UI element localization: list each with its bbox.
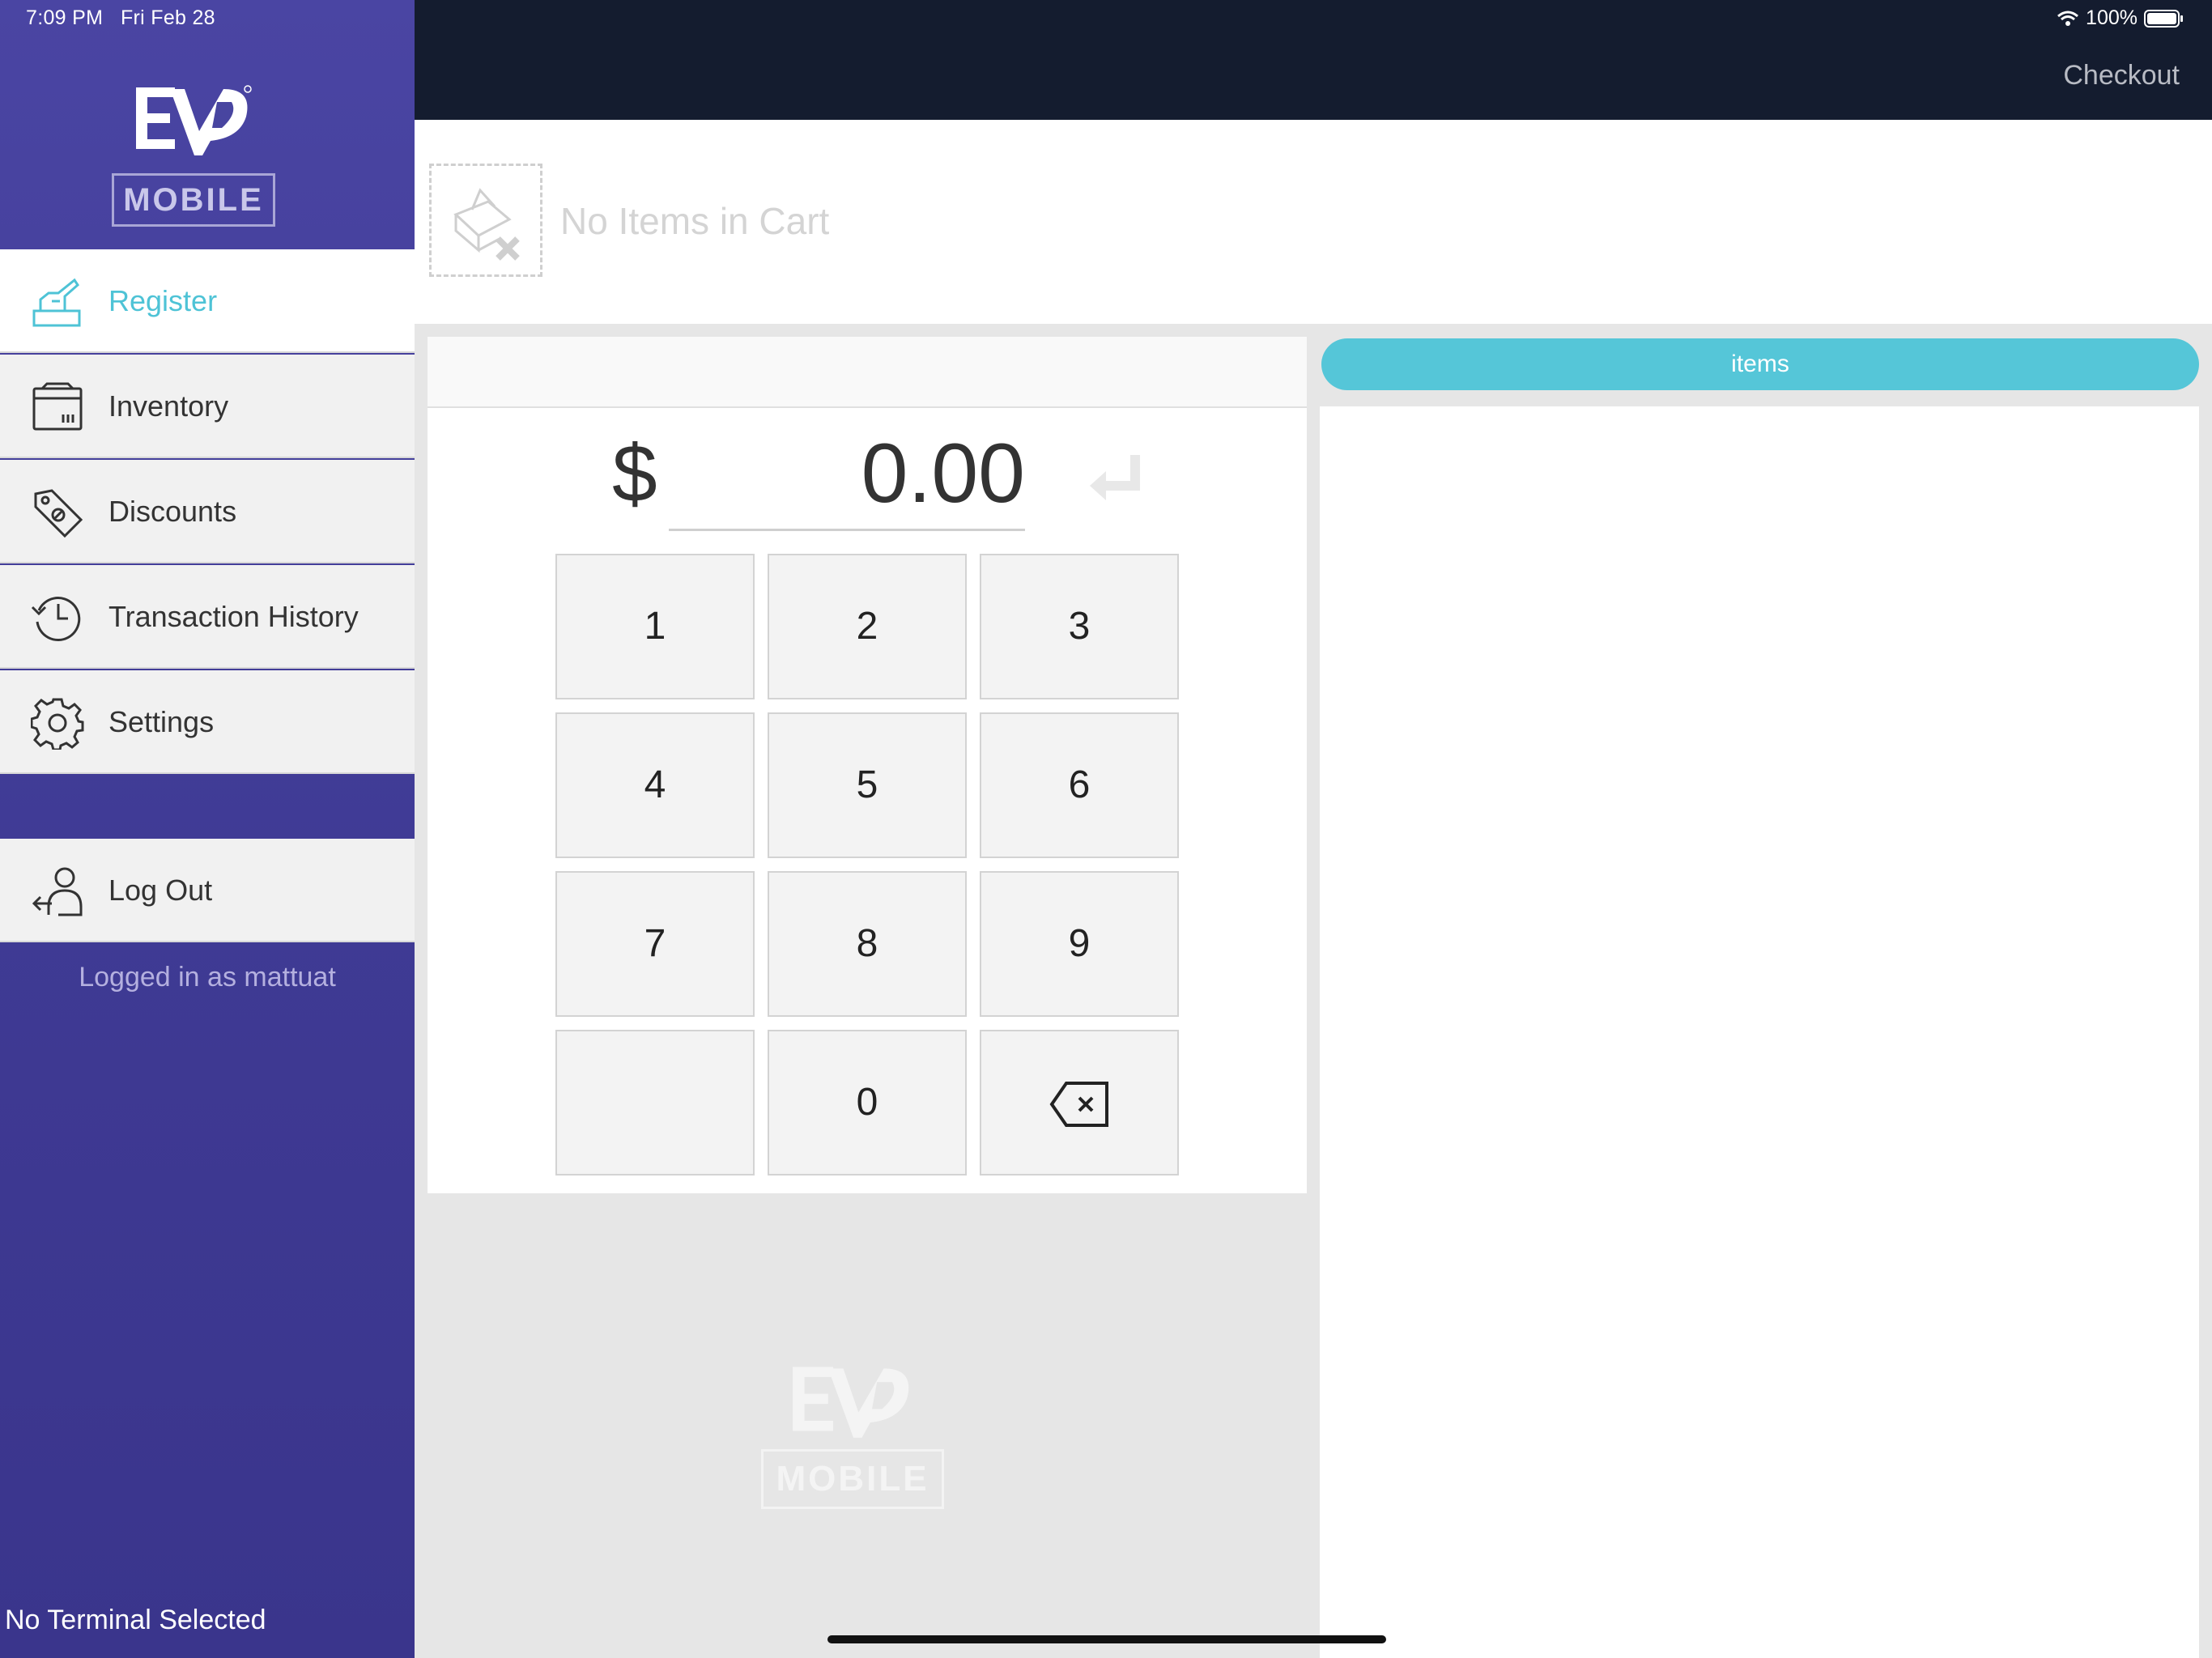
top-bar: 100% Checkout bbox=[415, 0, 2212, 120]
sidebar-item-transaction-history[interactable]: Transaction History bbox=[0, 565, 415, 669]
keypad-key-4[interactable]: 4 bbox=[555, 712, 755, 858]
history-icon bbox=[31, 597, 81, 642]
sidebar-item-label: Inventory bbox=[108, 389, 229, 423]
logout-button[interactable]: Log Out bbox=[0, 839, 415, 942]
keypad-key-6[interactable]: 6 bbox=[980, 712, 1179, 858]
evo-logo-icon bbox=[136, 85, 252, 155]
keypad-header bbox=[428, 337, 1307, 408]
logout-icon bbox=[32, 867, 83, 916]
sidebar-item-register[interactable]: Register bbox=[0, 249, 415, 353]
cart-empty-text: No Items in Cart bbox=[560, 200, 830, 242]
keypad-key-3[interactable]: 3 bbox=[980, 554, 1179, 699]
keypad-panel: $ 0.00 1 2 3 4 5 6 7 8 9 0 bbox=[428, 337, 1307, 1193]
enter-icon[interactable] bbox=[1085, 447, 1146, 508]
sidebar-item-label: Discounts bbox=[108, 495, 237, 528]
wifi-icon bbox=[2057, 11, 2079, 26]
sidebar-item-label: Register bbox=[108, 284, 218, 317]
keypad-key-blank[interactable] bbox=[555, 1030, 755, 1175]
checkout-button[interactable]: Checkout bbox=[2063, 60, 2180, 91]
sidebar-item-settings[interactable]: Settings bbox=[0, 670, 415, 774]
evo-watermark-icon bbox=[793, 1367, 909, 1438]
evo-mobile-watermark: MOBILE bbox=[757, 1360, 948, 1522]
empty-cart-icon bbox=[429, 164, 542, 277]
keypad-key-8[interactable]: 8 bbox=[768, 871, 967, 1017]
sidebar-item-discounts[interactable]: Discounts bbox=[0, 460, 415, 563]
watermark-mobile-wordmark: MOBILE bbox=[761, 1449, 944, 1509]
keypad-key-7[interactable]: 7 bbox=[555, 871, 755, 1017]
keypad-key-5[interactable]: 5 bbox=[768, 712, 967, 858]
amount-input[interactable]: 0.00 bbox=[669, 426, 1025, 531]
cart-summary: No Items in Cart bbox=[415, 120, 2212, 324]
items-grid bbox=[1320, 406, 2199, 1658]
backspace-icon bbox=[1049, 1082, 1108, 1128]
cash-register-icon bbox=[32, 278, 81, 327]
currency-symbol: $ bbox=[612, 428, 657, 519]
logout-label: Log Out bbox=[108, 874, 213, 907]
evo-mobile-logo: MOBILE bbox=[108, 81, 279, 227]
battery-icon bbox=[2144, 9, 2183, 28]
sidebar-item-label: Settings bbox=[108, 705, 215, 738]
keypad-key-9[interactable]: 9 bbox=[980, 871, 1179, 1017]
status-time-date: 7:09 PM Fri Feb 28 bbox=[26, 6, 215, 30]
battery-percent: 100% bbox=[2086, 6, 2138, 29]
keypad-key-1[interactable]: 1 bbox=[555, 554, 755, 699]
mobile-wordmark: MOBILE bbox=[112, 173, 275, 227]
keypad-key-0[interactable]: 0 bbox=[768, 1030, 967, 1175]
sidebar: 7:09 PM Fri Feb 28 MOBILE Register Inven… bbox=[0, 0, 415, 1658]
status-date: Fri Feb 28 bbox=[120, 6, 215, 29]
sidebar-item-inventory[interactable]: Inventory bbox=[0, 355, 415, 458]
logged-in-text: Logged in as mattuat bbox=[79, 962, 336, 993]
status-right: 100% bbox=[2057, 6, 2184, 30]
sidebar-item-label: Transaction History bbox=[108, 600, 359, 633]
keypad-key-2[interactable]: 2 bbox=[768, 554, 967, 699]
status-time: 7:09 PM bbox=[26, 6, 104, 29]
tab-items[interactable]: items bbox=[1321, 338, 2199, 390]
terminal-status[interactable]: No Terminal Selected bbox=[5, 1605, 266, 1636]
backspace-button[interactable] bbox=[980, 1030, 1179, 1175]
discount-tag-icon bbox=[34, 489, 83, 538]
home-indicator[interactable] bbox=[827, 1635, 1386, 1643]
gear-icon bbox=[31, 698, 84, 750]
box-icon bbox=[32, 382, 83, 431]
